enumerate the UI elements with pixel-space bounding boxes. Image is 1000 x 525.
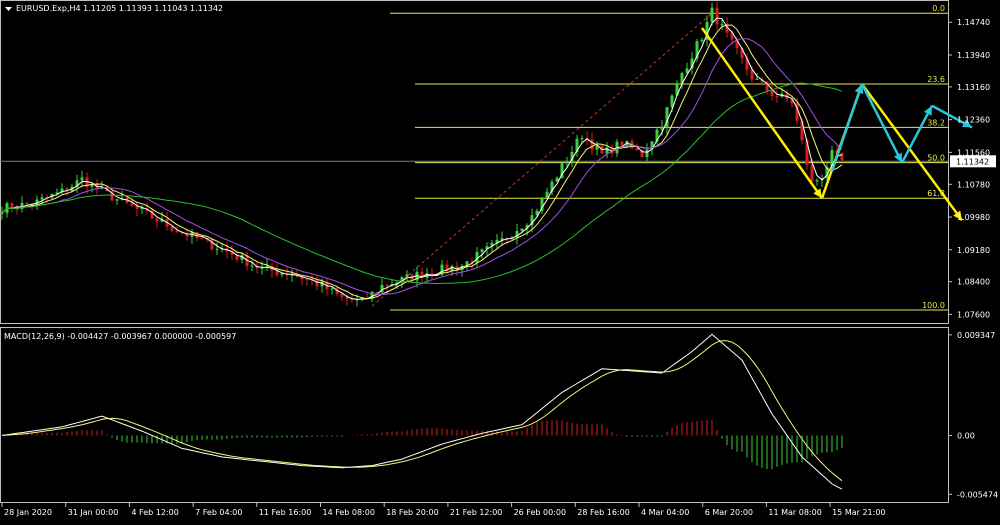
bear-candle [375, 291, 379, 293]
bear-candle [620, 141, 624, 146]
time-tick-label: 4 Mar 04:00 [641, 508, 689, 517]
time-tick-label: 26 Feb 00:00 [514, 508, 566, 517]
chart-window: EURUSD.Exp,H4 1.11205 1.11393 1.11043 1.… [0, 0, 1000, 521]
current-price-label: 1.11342 [956, 157, 989, 166]
bull-candle [250, 265, 254, 267]
chart-menu-triangle[interactable] [5, 7, 12, 11]
bull-candle [580, 138, 584, 140]
bear-candle [770, 90, 774, 97]
fib-label: 38.2 [927, 118, 945, 127]
candles [0, 1, 844, 307]
macd-tick-label: 0.00 [957, 431, 975, 440]
bull-candle [720, 24, 724, 26]
time-tick-label: 21 Feb 12:00 [450, 508, 502, 517]
bull-candle [710, 7, 714, 23]
time-tick-label: 11 Mar 08:00 [768, 508, 821, 517]
bull-candle [815, 180, 819, 182]
price-tick-label: 1.08400 [957, 278, 990, 287]
bull-candle [520, 228, 524, 231]
bear-candle [175, 230, 179, 233]
bull-candle [215, 249, 219, 251]
bear-candle [305, 279, 309, 281]
time-tick-label: 6 Mar 20:00 [705, 508, 753, 517]
axes: 1.147401.139401.131601.123601.115601.107… [1, 18, 998, 517]
fib-label: 23.6 [927, 75, 945, 84]
fib-label: 100.0 [922, 301, 945, 310]
bear-candle [715, 7, 719, 25]
time-tick-label: 18 Feb 20:00 [386, 508, 438, 517]
trading-chart[interactable]: EURUSD.Exp,H4 1.11205 1.11393 1.11043 1.… [0, 0, 1000, 521]
yellow-arrow-segment [860, 83, 964, 222]
moving-average-line [1, 82, 843, 285]
bull-candle [405, 274, 409, 277]
bull-candle [330, 288, 334, 290]
time-tick-label: 7 Feb 04:00 [195, 508, 242, 517]
time-tick-label: 4 Feb 12:00 [131, 508, 178, 517]
time-tick-label: 31 Jan 00:00 [68, 508, 119, 517]
bear-candle [210, 239, 214, 250]
fib-label: 0.0 [932, 4, 945, 13]
bull-candle [115, 199, 119, 201]
bull-candle [80, 177, 84, 181]
bear-candle [170, 226, 174, 231]
macd-tick-label: 0.009347 [957, 331, 995, 340]
symbol-header: EURUSD.Exp,H4 1.11205 1.11393 1.11043 1.… [16, 4, 223, 13]
macd-indicator [1, 333, 843, 490]
price-tick-label: 1.09180 [957, 246, 990, 255]
price-tick-label: 1.13940 [957, 51, 990, 60]
moving-average-line [1, 24, 843, 300]
price-tick-label: 1.12360 [957, 116, 990, 125]
bull-candle [700, 39, 704, 42]
bull-candle [0, 212, 4, 214]
bear-candle [155, 218, 159, 222]
bull-candle [755, 78, 759, 80]
bull-candle [565, 161, 569, 164]
bear-candle [25, 203, 29, 205]
moving-averages [1, 17, 843, 300]
price-tick-label: 1.09980 [957, 213, 990, 222]
macd-header: MACD(12,26,9) -0.004427 -0.003967 0.0000… [4, 332, 236, 341]
bear-candle [200, 238, 204, 240]
bull-candle [480, 249, 484, 252]
time-tick-label: 28 Jan 2020 [4, 508, 52, 517]
bear-candle [810, 164, 814, 182]
price-tick-label: 1.07600 [957, 310, 990, 319]
bull-candle [40, 197, 44, 200]
bull-candle [645, 149, 649, 158]
macd-line [1, 333, 843, 490]
time-tick-label: 15 Mar 21:00 [832, 508, 885, 517]
moving-average-line [1, 17, 843, 300]
bear-candle [635, 148, 639, 151]
price-tick-label: 1.13160 [957, 83, 990, 92]
bear-candle [385, 284, 389, 286]
macd-tick-label: -0.005474 [957, 490, 998, 499]
bull-candle [260, 267, 264, 269]
cyan-arrow-segment [860, 83, 904, 164]
price-tick-label: 1.10780 [957, 180, 990, 189]
signal-line [1, 340, 843, 482]
bear-candle [840, 153, 844, 161]
bull-candle [545, 191, 549, 198]
moving-average-line [1, 38, 843, 295]
macd-panel-frame [0, 327, 949, 503]
price-tick-label: 1.14740 [957, 18, 990, 27]
time-tick-label: 11 Feb 16:00 [259, 508, 311, 517]
time-tick-label: 28 Feb 16:00 [577, 508, 629, 517]
bear-candle [775, 96, 779, 98]
trend-line [371, 12, 713, 307]
time-tick-label: 14 Feb 08:00 [323, 508, 375, 517]
